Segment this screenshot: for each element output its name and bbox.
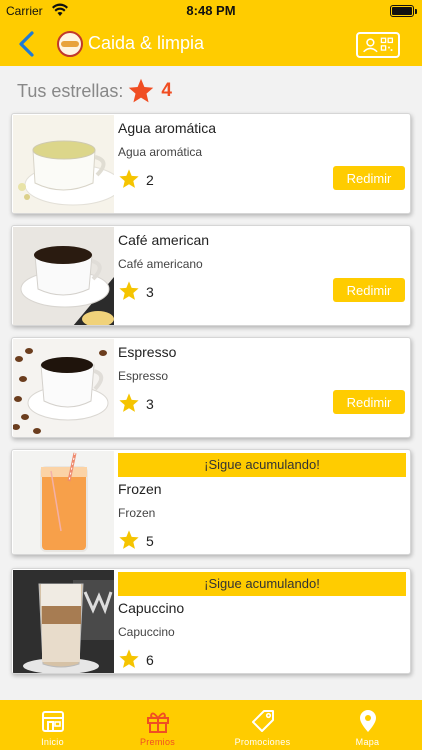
redeem-button[interactable]: Redimir: [333, 166, 405, 190]
product-card[interactable]: Café american Café americano 3 Redimir: [11, 225, 411, 326]
store-logo: [57, 31, 83, 57]
tab-label: Mapa: [355, 737, 380, 747]
tab-premios[interactable]: Premios: [105, 700, 210, 750]
product-image: [13, 339, 114, 437]
star-cost: 2: [146, 172, 154, 188]
gift-icon: [147, 712, 169, 733]
logo-emblem: [61, 41, 79, 47]
product-image: [13, 451, 114, 554]
tab-label: Premios: [139, 737, 176, 747]
battery-tip: [415, 9, 417, 14]
profile-qr-icon[interactable]: [356, 32, 400, 58]
tab-promociones[interactable]: Promociones: [210, 700, 315, 750]
star-cost: 3: [146, 284, 154, 300]
star-icon: [129, 78, 154, 103]
redeem-button[interactable]: Redimir: [333, 390, 405, 414]
redeem-button[interactable]: Redimir: [333, 278, 405, 302]
tag-icon: [252, 710, 274, 732]
product-card[interactable]: Espresso Espresso 3 Redimir: [11, 337, 411, 438]
product-image: [13, 115, 114, 213]
tab-bar: Inicio Premios Promociones Mapa: [0, 700, 422, 750]
store-icon: [42, 711, 64, 732]
product-name: Capuccino: [118, 600, 185, 616]
star-icon: [119, 169, 139, 188]
star-icon: [119, 281, 139, 300]
clock: 8:48 PM: [186, 3, 236, 18]
star-cost: 3: [146, 396, 154, 412]
stars-summary: Tus estrellas: 4: [17, 76, 172, 106]
product-image: [13, 227, 114, 325]
product-description: Café americano: [118, 257, 203, 271]
star-cost: 6: [146, 652, 154, 668]
star-cost: 5: [146, 533, 154, 549]
stars-count: 4: [161, 80, 172, 101]
product-description: Capuccino: [118, 625, 175, 639]
product-description: Espresso: [118, 369, 169, 383]
product-name: Agua aromática: [118, 120, 217, 136]
product-name: Café american: [118, 232, 210, 248]
star-icon: [119, 530, 139, 549]
tab-mapa[interactable]: Mapa: [315, 700, 420, 750]
keep-collecting-banner: ¡Sigue acumulando!: [118, 453, 406, 477]
tab-label: Inicio: [41, 737, 64, 747]
map-pin-icon: [360, 710, 376, 732]
nav-bar: Caida & limpia: [0, 22, 422, 66]
product-description: Agua aromática: [118, 145, 203, 159]
product-description: Frozen: [118, 506, 156, 520]
star-icon: [119, 649, 139, 668]
star-icon: [119, 393, 139, 412]
page-title: Caida & limpia: [88, 33, 205, 53]
status-bar: Carrier 8:48 PM: [0, 0, 422, 22]
battery-icon: [390, 5, 414, 17]
product-card[interactable]: ¡Sigue acumulando! Frozen Frozen 5: [11, 449, 411, 555]
product-name: Frozen: [118, 481, 162, 497]
product-card[interactable]: Agua aromática Agua aromática 2 Redimir: [11, 113, 411, 214]
keep-collecting-banner: ¡Sigue acumulando!: [118, 572, 406, 596]
stars-label: Tus estrellas:: [17, 80, 124, 101]
product-card[interactable]: ¡Sigue acumulando! Capuccino Capuccino 6: [11, 568, 411, 674]
tab-label: Promociones: [234, 737, 291, 747]
tab-inicio[interactable]: Inicio: [0, 700, 105, 750]
product-name: Espresso: [118, 344, 177, 360]
product-image: [13, 570, 114, 673]
chevron-left-icon[interactable]: [16, 30, 38, 58]
